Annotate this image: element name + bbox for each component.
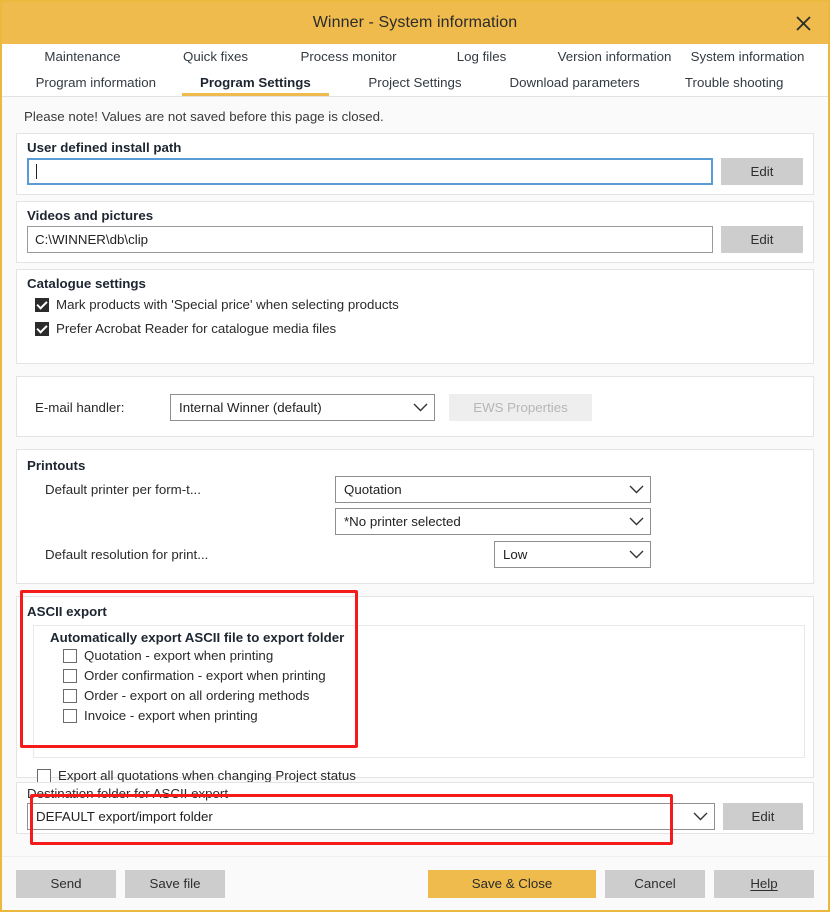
checkbox-label: Order - export on all ordering methods [84, 688, 310, 703]
checkbox-box [63, 648, 77, 663]
system-information-dialog: Winner - System information Maintenance … [0, 0, 830, 912]
settings-content: Please note! Values are not saved before… [2, 97, 828, 834]
checkbox-box [37, 768, 51, 783]
catalogue-settings-panel: Catalogue settings Mark products with 'S… [16, 269, 814, 364]
videos-pictures-panel: Videos and pictures C:\WINNER\db\clip Ed… [16, 201, 814, 263]
printer-value: *No printer selected [344, 514, 461, 529]
chevron-down-icon [629, 485, 644, 494]
install-path-edit-button[interactable]: Edit [721, 158, 803, 185]
close-icon[interactable] [788, 8, 818, 38]
printer-select[interactable]: *No printer selected [335, 508, 651, 535]
ascii-export-title: ASCII export [27, 604, 107, 619]
help-button-label: Help [750, 876, 778, 891]
save-file-button[interactable]: Save file [125, 869, 225, 898]
checkbox-invoice-export[interactable]: Invoice - export when printing [34, 704, 804, 724]
checkbox-order-confirmation-export[interactable]: Order confirmation - export when printin… [34, 664, 804, 684]
destination-folder-title: Destination folder for ASCII export [27, 786, 229, 801]
destination-folder-edit-button[interactable]: Edit [723, 803, 803, 830]
tab-row-primary: Maintenance Quick fixes Process monitor … [16, 44, 814, 69]
default-resolution-label: Default resolution for print... [45, 547, 209, 562]
printouts-panel: Printouts Default printer per form-t... … [16, 449, 814, 584]
checkbox-label: Export all quotations when changing Proj… [58, 768, 356, 783]
checkbox-box [63, 688, 77, 703]
checkbox-box [35, 321, 49, 336]
chevron-down-icon [693, 812, 708, 821]
checkbox-mark-special-price[interactable]: Mark products with 'Special price' when … [17, 294, 813, 315]
ews-properties-button[interactable]: EWS Properties [449, 394, 592, 421]
checkbox-label: Order confirmation - export when printin… [84, 668, 326, 683]
install-path-panel: User defined install path Edit [16, 133, 814, 195]
tab-log-files[interactable]: Log files [415, 44, 548, 69]
destination-folder-panel: Destination folder for ASCII export DEFA… [16, 782, 814, 834]
email-handler-select[interactable]: Internal Winner (default) [170, 394, 435, 421]
tab-row-secondary: Program information Program Settings Pro… [16, 69, 814, 96]
default-printer-label: Default printer per form-t... [45, 482, 201, 497]
checkbox-label: Invoice - export when printing [84, 708, 258, 723]
ascii-export-inner-box: Automatically export ASCII file to expor… [33, 625, 805, 758]
tab-program-settings[interactable]: Program Settings [176, 69, 336, 96]
printouts-title: Printouts [27, 458, 86, 473]
email-handler-label: E-mail handler: [35, 400, 125, 415]
checkbox-box [63, 668, 77, 683]
email-handler-panel: E-mail handler: Internal Winner (default… [16, 376, 814, 437]
tab-system-information[interactable]: System information [681, 44, 814, 69]
form-type-value: Quotation [344, 482, 402, 497]
tab-bar: Maintenance Quick fixes Process monitor … [2, 44, 828, 97]
tab-program-information[interactable]: Program information [16, 69, 176, 96]
install-path-input[interactable] [27, 158, 713, 185]
help-button[interactable]: Help [714, 869, 814, 898]
checkbox-prefer-acrobat[interactable]: Prefer Acrobat Reader for catalogue medi… [17, 315, 813, 339]
send-button[interactable]: Send [16, 869, 116, 898]
form-type-select[interactable]: Quotation [335, 476, 651, 503]
email-handler-value: Internal Winner (default) [179, 400, 322, 415]
checkbox-box [35, 297, 49, 312]
tab-process-monitor[interactable]: Process monitor [282, 44, 415, 69]
title-bar: Winner - System information [2, 2, 828, 44]
notice-text: Please note! Values are not saved before… [24, 109, 384, 124]
resolution-select[interactable]: Low [494, 541, 651, 568]
chevron-down-icon [629, 550, 644, 559]
catalogue-settings-title: Catalogue settings [27, 276, 146, 291]
ascii-export-panel: ASCII export Automatically export ASCII … [16, 596, 814, 783]
checkbox-label: Prefer Acrobat Reader for catalogue medi… [56, 321, 337, 336]
cancel-button[interactable]: Cancel [605, 869, 705, 898]
chevron-down-icon [629, 517, 644, 526]
videos-pictures-input[interactable]: C:\WINNER\db\clip [27, 226, 713, 253]
destination-folder-select[interactable]: DEFAULT export/import folder [27, 803, 715, 830]
checkbox-quotation-export[interactable]: Quotation - export when printing [34, 647, 804, 664]
checkbox-box [63, 708, 77, 723]
dialog-footer: Send Save file Save & Close Cancel Help [2, 856, 828, 910]
videos-pictures-edit-button[interactable]: Edit [721, 226, 803, 253]
tab-trouble-shooting[interactable]: Trouble shooting [654, 69, 814, 96]
resolution-value: Low [503, 547, 528, 562]
window-title: Winner - System information [312, 14, 518, 31]
tab-quick-fixes[interactable]: Quick fixes [149, 44, 282, 69]
checkbox-label: Quotation - export when printing [84, 648, 274, 663]
tab-version-information[interactable]: Version information [548, 44, 681, 69]
chevron-down-icon [413, 403, 428, 412]
text-caret [36, 164, 37, 179]
tab-download-parameters[interactable]: Download parameters [495, 69, 655, 96]
install-path-title: User defined install path [27, 140, 182, 155]
tab-maintenance[interactable]: Maintenance [16, 44, 149, 69]
videos-pictures-title: Videos and pictures [27, 208, 154, 223]
destination-folder-value: DEFAULT export/import folder [36, 809, 213, 824]
ascii-export-subtitle: Automatically export ASCII file to expor… [50, 630, 345, 645]
videos-pictures-value: C:\WINNER\db\clip [35, 232, 149, 247]
tab-project-settings[interactable]: Project Settings [335, 69, 495, 96]
save-and-close-button[interactable]: Save & Close [428, 869, 596, 898]
checkbox-label: Mark products with 'Special price' when … [56, 297, 399, 312]
checkbox-order-export[interactable]: Order - export on all ordering methods [34, 684, 804, 704]
